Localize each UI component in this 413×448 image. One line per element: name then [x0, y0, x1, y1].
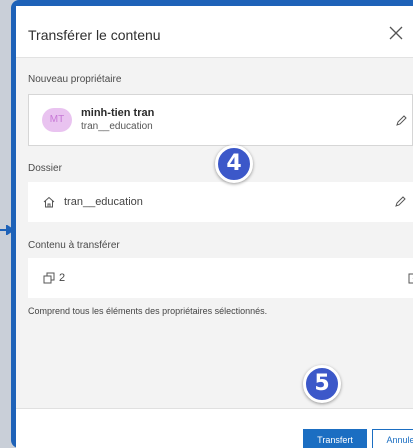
close-icon[interactable] [388, 25, 404, 41]
owner-username: tran__education [81, 121, 153, 132]
cancel-button[interactable]: Annuler [372, 429, 413, 448]
stack-icon [43, 272, 55, 284]
content-note: Comprend tous les éléments des propriéta… [28, 306, 268, 316]
content-count: 2 [59, 272, 66, 284]
step-badge-5: 5 [303, 365, 341, 403]
pencil-icon[interactable] [395, 115, 407, 127]
folder-label: Dossier [28, 163, 62, 174]
owner-name: minh-tien tran [81, 107, 155, 119]
transfer-content-dialog: Transférer le contenu Nouveau propriétai… [16, 6, 413, 448]
owner-card[interactable]: MT minh-tien tran tran__education [28, 94, 413, 146]
open-external-icon[interactable] [408, 272, 413, 284]
pencil-icon[interactable] [394, 196, 406, 208]
avatar: MT [42, 108, 72, 132]
content-card: 2 [28, 258, 413, 298]
dialog-title: Transférer le contenu [28, 27, 161, 43]
content-label: Contenu à transférer [28, 240, 120, 251]
pointer-arrow-icon [0, 225, 14, 235]
folder-name: tran__education [64, 196, 143, 208]
dialog-header: Transférer le contenu [16, 6, 413, 58]
step-badge-4: 4 [215, 145, 253, 183]
folder-card[interactable]: tran__education [28, 182, 413, 222]
dialog-footer: Transfert Annuler [16, 408, 413, 448]
home-icon [43, 196, 55, 208]
owner-label: Nouveau propriétaire [28, 74, 122, 85]
transfer-button[interactable]: Transfert [303, 429, 367, 448]
